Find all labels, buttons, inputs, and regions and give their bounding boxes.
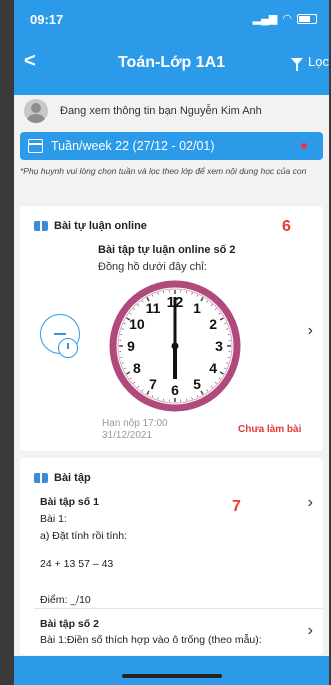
avatar bbox=[24, 99, 48, 123]
page-title: Toán-Lớp 1A1 bbox=[117, 54, 226, 71]
clock-numeral-5: 5 bbox=[193, 376, 201, 392]
chevron-right-icon[interactable]: › bbox=[308, 494, 313, 512]
clock-numeral-11: 11 bbox=[146, 300, 161, 316]
book-icon bbox=[34, 473, 48, 483]
status-badge: Chưa làm bài bbox=[238, 424, 302, 435]
filter-button[interactable]: Lọc bbox=[291, 54, 329, 71]
battery-icon bbox=[297, 13, 317, 24]
divider bbox=[34, 608, 323, 609]
item2-title: Bài tập số 2 bbox=[40, 618, 99, 630]
item1-line1: Bài 1: bbox=[40, 513, 67, 525]
clock-numeral-10: 10 bbox=[129, 316, 145, 332]
deadline-time: Hạn nộp 17:00 bbox=[102, 418, 168, 429]
item1-score: Điểm: _/10 bbox=[40, 594, 91, 606]
clock-image: 121234567891011 bbox=[109, 280, 241, 412]
deadline-date: 31/12/2021 bbox=[102, 430, 153, 441]
week-selector[interactable]: Tuần/week 22 (27/12 - 02/01) bbox=[20, 132, 323, 160]
homework-header: Bài tập bbox=[34, 472, 91, 484]
clock-numeral-1: 1 bbox=[193, 300, 201, 316]
clock-numeral-8: 8 bbox=[133, 360, 141, 376]
bottom-bar bbox=[14, 656, 329, 685]
item2-line1: Bài 1:Điền số thích hợp vào ô trống (the… bbox=[40, 634, 262, 646]
app-header: 09:17 ▂▄▆ ◠ < Toán-Lớp 1A1 Lọc bbox=[14, 0, 329, 95]
marker-number-7: 7 bbox=[232, 498, 241, 515]
clock-numeral-6: 6 bbox=[171, 382, 179, 398]
deadline: Hạn nộp 17:00 31/12/2021 bbox=[102, 418, 168, 442]
book-icon bbox=[34, 221, 48, 231]
clock-numeral-2: 2 bbox=[209, 316, 217, 332]
item1-line2: a) Đặt tính rồi tính: bbox=[40, 530, 127, 542]
online-essay-title: Bài tự luận online bbox=[54, 220, 147, 232]
assignment-description: Đồng hồ dưới đây chỉ: bbox=[98, 261, 207, 273]
home-indicator[interactable] bbox=[122, 674, 222, 678]
user-info-row: Đang xem thông tin bạn Nguyễn Kim Anh bbox=[14, 95, 329, 127]
online-essay-card[interactable]: Bài tự luận online 6 Bài tập tự luận onl… bbox=[20, 206, 323, 451]
status-icons: ▂▄▆ ◠ bbox=[253, 12, 317, 25]
wifi-icon: ◠ bbox=[282, 13, 292, 25]
clock-numeral-3: 3 bbox=[215, 338, 223, 354]
funnel-icon bbox=[291, 58, 304, 71]
item1-line3: 24 + 13 57 – 43 bbox=[40, 558, 114, 570]
homework-title: Bài tập bbox=[54, 472, 91, 484]
week-label: Tuần/week 22 (27/12 - 02/01) bbox=[51, 139, 215, 153]
filter-label: Lọc bbox=[308, 54, 329, 69]
notification-dot bbox=[301, 143, 307, 149]
clock-badge-icon bbox=[58, 338, 78, 358]
clock-numeral-7: 7 bbox=[149, 376, 157, 392]
status-time: 09:17 bbox=[30, 12, 64, 27]
calendar-icon bbox=[28, 139, 43, 153]
assignment-title: Bài tập tự luận online số 2 bbox=[98, 244, 236, 256]
clock-numeral-4: 4 bbox=[209, 360, 217, 376]
phone-screen: 09:17 ▂▄▆ ◠ < Toán-Lớp 1A1 Lọc Đang xem … bbox=[14, 0, 329, 685]
chevron-right-icon[interactable]: › bbox=[308, 322, 313, 340]
marker-number-6: 6 bbox=[282, 218, 291, 235]
homework-card: Bài tập 7 Bài tập số 1 Bài 1: a) Đặt tín… bbox=[20, 458, 323, 655]
parent-note: *Phụ huynh vui lòng chọn tuần và lọc the… bbox=[20, 166, 307, 176]
signal-icon: ▂▄▆ bbox=[252, 13, 278, 25]
user-info-text: Đang xem thông tin bạn Nguyễn Kim Anh bbox=[60, 105, 262, 117]
online-essay-header: Bài tự luận online bbox=[34, 220, 147, 232]
chevron-right-icon[interactable]: › bbox=[308, 622, 313, 640]
clock-numeral-9: 9 bbox=[127, 338, 135, 354]
item1-title: Bài tập số 1 bbox=[40, 496, 99, 508]
